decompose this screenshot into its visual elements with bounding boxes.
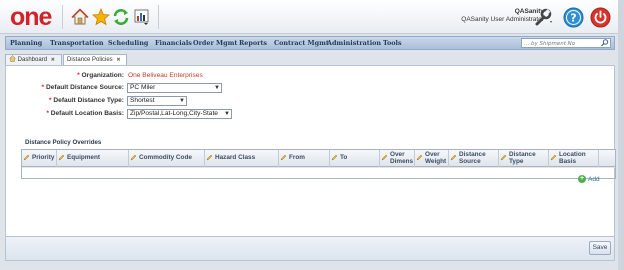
pencil-icon [381, 154, 388, 163]
tab-dashboard[interactable]: Dashboard ✖ [5, 54, 62, 65]
pencil-icon [130, 154, 137, 163]
nav-order-mgmt[interactable]: Order Mgmt [193, 39, 237, 47]
search-icon[interactable] [600, 39, 609, 47]
action-footer: Save [5, 236, 615, 261]
pencil-icon [550, 154, 557, 163]
divider [62, 5, 63, 29]
home-icon [8, 55, 18, 63]
wrench-icon[interactable] [533, 7, 554, 28]
overrides-grid: Priority Equipment Commodity Code Hazard… [21, 149, 616, 179]
app-logo[interactable]: one [10, 4, 52, 30]
col-to[interactable]: To [330, 150, 380, 167]
nav-contract-mgmt[interactable]: Contract Mgmt [274, 39, 329, 47]
col-distance-source[interactable]: Distance Source [449, 150, 499, 167]
nav-planning[interactable]: Planning [10, 39, 42, 47]
chevron-down-icon: ▼ [224, 111, 230, 117]
window-scrollbar[interactable] [618, 0, 624, 270]
chevron-down-icon: ▼ [214, 85, 220, 91]
col-distance-type[interactable]: Distance Type [499, 150, 549, 167]
refresh-icon[interactable] [111, 7, 131, 27]
col-priority[interactable]: Priority [22, 150, 57, 167]
distance-type-label: * Default Distance Type: [49, 97, 124, 104]
main-nav: Planning Transportation Scheduling Finan… [5, 36, 615, 50]
tab-label: Dashboard [17, 57, 48, 63]
col-commodity-code[interactable]: Commodity Code [129, 150, 205, 167]
location-basis-select[interactable]: Zip/Postal,Lat-Long,City-State ▼ [127, 109, 232, 119]
home-icon[interactable] [70, 7, 90, 27]
overrides-title: Distance Policy Overrides [25, 139, 102, 146]
pencil-icon [500, 154, 507, 163]
divider [158, 5, 159, 29]
shipment-search [521, 38, 611, 48]
nav-tools[interactable]: Tools [383, 39, 402, 47]
pencil-icon [416, 154, 423, 163]
distance-policies-panel: * Organization: One Beliveau Enterprises… [5, 65, 616, 261]
tab-distance-policies[interactable]: Distance Policies ✖ [63, 54, 127, 65]
col-location-basis[interactable]: Location Basis [549, 150, 599, 167]
organization-label: * Organization: [77, 72, 124, 79]
pencil-icon [58, 154, 65, 163]
search-input[interactable] [522, 40, 596, 48]
top-header: one QASanity QASanity User Administrator… [0, 0, 624, 34]
close-icon[interactable]: ✖ [116, 57, 120, 63]
user-role: QASanity User Administrator [461, 16, 544, 23]
nav-reports[interactable]: Reports [239, 39, 267, 47]
col-hazard-class[interactable]: Hazard Class [205, 150, 279, 167]
power-icon[interactable] [590, 7, 611, 28]
pencil-icon [280, 154, 287, 163]
col-equipment[interactable]: Equipment [57, 150, 129, 167]
nav-scheduling[interactable]: Scheduling [108, 39, 148, 47]
close-icon[interactable]: ✖ [51, 57, 55, 63]
star-icon[interactable] [91, 7, 111, 27]
location-basis-label: * Default Location Basis: [46, 110, 124, 117]
nav-administration[interactable]: Administration [327, 39, 381, 47]
distance-source-select[interactable]: PC Miler ▼ [127, 83, 222, 93]
add-icon: + [578, 175, 586, 183]
user-name: QASanity [514, 8, 544, 15]
add-override-button[interactable]: + Add [578, 175, 600, 183]
grid-header: Priority Equipment Commodity Code Hazard… [22, 150, 615, 167]
nav-transportation[interactable]: Transportation [50, 39, 104, 47]
pencil-icon [331, 154, 338, 163]
nav-financials[interactable]: Financials [155, 39, 192, 47]
user-info: QASanity QASanity User Administrator [461, 8, 544, 24]
chevron-down-icon: ▼ [179, 98, 185, 104]
report-icon[interactable] [132, 7, 152, 27]
distance-type-select[interactable]: Shortest ▼ [127, 96, 187, 106]
tab-label: Distance Policies [67, 57, 113, 63]
col-over-weight[interactable]: Over Weight [415, 150, 449, 167]
table-row [22, 167, 615, 168]
pencil-icon [206, 154, 213, 163]
col-from[interactable]: From [279, 150, 330, 167]
save-button[interactable]: Save [589, 241, 611, 255]
svg-text:?: ? [570, 12, 576, 25]
pencil-icon [23, 154, 30, 163]
col-over-dimens[interactable]: Over Dimens [380, 150, 415, 167]
organization-value: One Beliveau Enterprises [128, 72, 203, 79]
distance-source-label: * Default Distance Source: [41, 84, 124, 91]
pencil-icon [450, 154, 457, 163]
help-icon[interactable]: ? [563, 7, 584, 28]
